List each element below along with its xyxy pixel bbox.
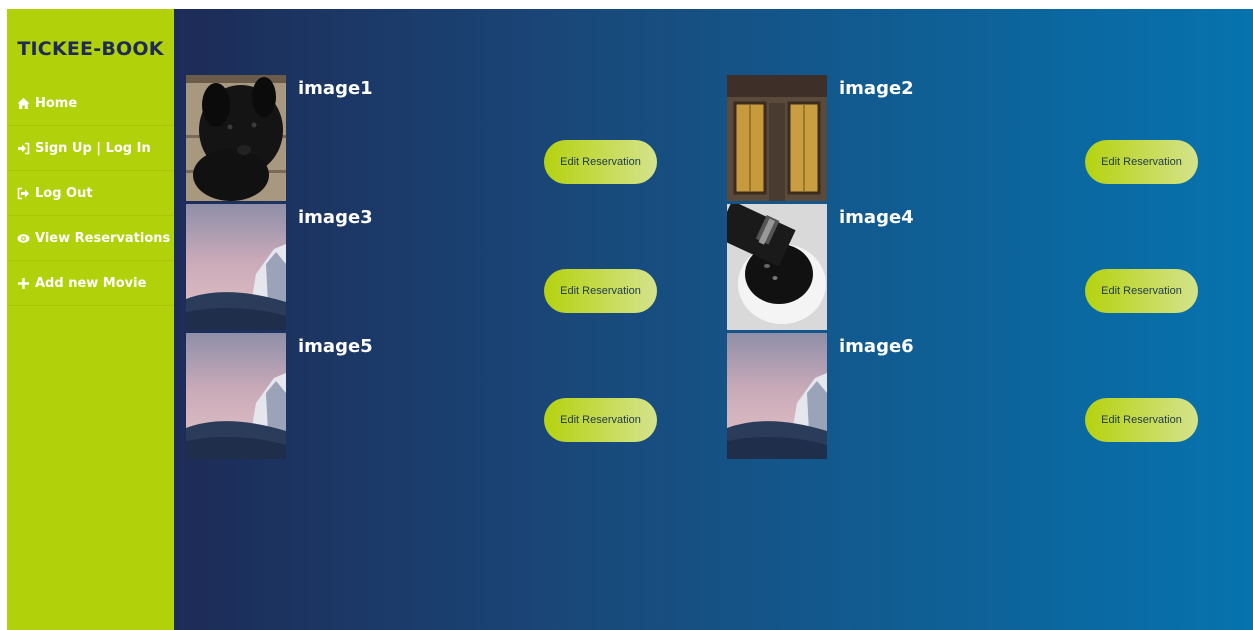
card-title: image1 xyxy=(298,78,373,99)
card-title: image4 xyxy=(839,207,914,228)
home-icon xyxy=(17,97,30,110)
sign-in-icon xyxy=(17,142,30,155)
wooden-window-photo xyxy=(727,75,827,201)
nav-sign-up-label: Sign Up | Log In xyxy=(35,140,151,156)
nav-view-reservations[interactable]: View Reservations xyxy=(7,216,174,261)
nav-view-reservations-label: View Reservations xyxy=(35,230,171,246)
reservation-card: image3 Edit Reservation xyxy=(186,204,706,330)
reservation-card: image4 Edit Reservation xyxy=(727,204,1247,330)
mountain-sky-photo xyxy=(186,333,286,459)
reservation-card: image6 Edit Reservation xyxy=(727,333,1247,459)
card-title: image2 xyxy=(839,78,914,99)
edit-reservation-button[interactable]: Edit Reservation xyxy=(544,269,657,313)
edit-reservation-button[interactable]: Edit Reservation xyxy=(544,140,657,184)
reservations-panel: image1 Edit Reservation image2 Edit Rese… xyxy=(174,9,1253,630)
app-frame: TICKEE-BOOK Home Sign Up | Log In Log Ou… xyxy=(7,9,1253,630)
eye-icon xyxy=(17,232,30,245)
edit-reservation-button[interactable]: Edit Reservation xyxy=(1085,398,1198,442)
nav-sign-up-log-in[interactable]: Sign Up | Log In xyxy=(7,126,174,171)
edit-reservation-button[interactable]: Edit Reservation xyxy=(1085,140,1198,184)
nav-log-out-label: Log Out xyxy=(35,185,93,201)
nav-add-new-movie[interactable]: Add new Movie xyxy=(7,261,174,306)
nav-log-out[interactable]: Log Out xyxy=(7,171,174,216)
card-title: image5 xyxy=(298,336,373,357)
nav-home[interactable]: Home xyxy=(7,81,174,126)
brand-logo[interactable]: TICKEE-BOOK xyxy=(7,9,174,81)
nav-home-label: Home xyxy=(35,95,78,111)
nav-add-new-movie-label: Add new Movie xyxy=(35,275,147,291)
mountain-sky-photo xyxy=(186,204,286,330)
reservation-card: image1 Edit Reservation xyxy=(186,75,706,201)
sign-out-icon xyxy=(17,187,30,200)
sidebar: TICKEE-BOOK Home Sign Up | Log In Log Ou… xyxy=(7,9,174,630)
edit-reservation-button[interactable]: Edit Reservation xyxy=(1085,269,1198,313)
edit-reservation-button[interactable]: Edit Reservation xyxy=(544,398,657,442)
reservation-card: image5 Edit Reservation xyxy=(186,333,706,459)
plus-icon xyxy=(17,277,30,290)
black-puppy-photo xyxy=(186,75,286,201)
mountain-sky-photo xyxy=(727,333,827,459)
card-title: image3 xyxy=(298,207,373,228)
reservation-card: image2 Edit Reservation xyxy=(727,75,1247,201)
card-title: image6 xyxy=(839,336,914,357)
coffee-cup-photo xyxy=(727,204,827,330)
